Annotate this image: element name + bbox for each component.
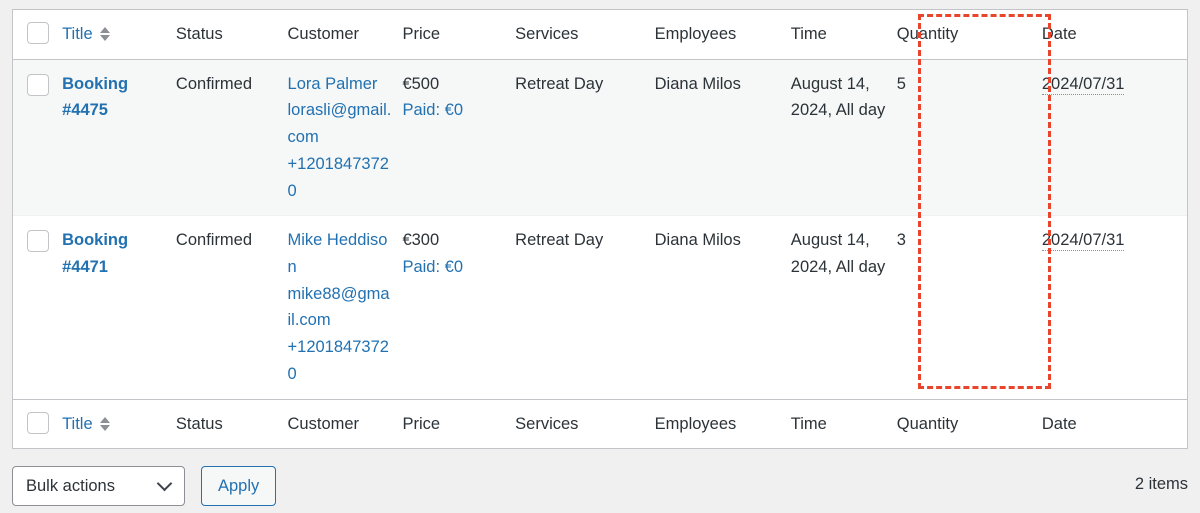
- row-select-cell: [13, 59, 63, 217]
- date-value: 2024/07/31: [1041, 231, 1125, 252]
- table-row: Booking #4475 Confirmed Lora Palmer lora…: [13, 59, 1187, 217]
- footer-column-header-employees: Employees: [654, 414, 737, 433]
- select-all-checkbox-footer[interactable]: [27, 411, 49, 434]
- column-header-date: Date: [1041, 25, 1077, 43]
- chevron-down-icon: [156, 475, 173, 492]
- price-paid: Paid: €0: [402, 258, 463, 277]
- select-all-footer: [13, 399, 62, 448]
- column-header-quantity: Quantity: [896, 25, 959, 43]
- footer-column-header-price: Price: [402, 414, 441, 433]
- row-checkbox[interactable]: [27, 230, 49, 253]
- bookings-list-screen: Title Status Customer Price Services Emp…: [0, 0, 1200, 513]
- column-header-services: Services: [515, 25, 579, 43]
- bulk-actions-bar: Bulk actions Apply 2 items: [12, 466, 1188, 506]
- cell-date: 2024/07/31: [1041, 216, 1187, 399]
- customer-name-link[interactable]: Mike Heddison: [288, 227, 393, 280]
- row-select-cell: [13, 216, 62, 399]
- table-body: Booking #4475 Confirmed Lora Palmer lora…: [13, 59, 1187, 400]
- cell-price: €300 Paid: €0: [402, 216, 515, 399]
- bookings-table-container: Title Status Customer Price Services Emp…: [12, 9, 1188, 450]
- select-all-checkbox[interactable]: [27, 22, 49, 44]
- select-all-header: [13, 10, 62, 59]
- header-row: Title Status Customer Price Services Emp…: [13, 10, 1187, 60]
- footer-column-header-title[interactable]: Title: [62, 399, 176, 448]
- cell-title: Booking #4475: [62, 59, 176, 217]
- column-header-employees: Employees: [654, 25, 737, 43]
- cell-status: Confirmed: [175, 59, 288, 217]
- bulk-actions-selected-value: Bulk actions: [26, 476, 115, 495]
- cell-customer: Lora Palmer lorasli@gmail.com +120184737…: [287, 59, 403, 217]
- customer-phone-link[interactable]: +12018473720: [288, 334, 393, 387]
- column-header-title-label: Title: [62, 25, 93, 43]
- cell-title: Booking #4471: [62, 216, 176, 399]
- date-value: 2024/07/31: [1041, 74, 1125, 95]
- cell-price: €500 Paid: €0: [402, 59, 516, 217]
- footer-column-header-services: Services: [515, 414, 579, 433]
- column-header-time: Time: [790, 25, 827, 43]
- cell-services: Retreat Day: [515, 59, 655, 217]
- bulk-actions-select[interactable]: Bulk actions: [12, 466, 185, 506]
- cell-quantity: 5: [896, 59, 1042, 217]
- price-amount: €300: [402, 231, 440, 250]
- table-footer: Title Status Customer Price Services Emp…: [13, 399, 1187, 449]
- table-header: Title Status Customer Price Services Emp…: [13, 10, 1187, 60]
- cell-employees: Diana Milos: [654, 59, 791, 217]
- row-checkbox[interactable]: [27, 73, 49, 96]
- cell-quantity: 3: [896, 231, 906, 250]
- booking-title-link[interactable]: Booking #4471: [62, 227, 166, 280]
- footer-column-header-quantity: Quantity: [896, 414, 959, 433]
- customer-name-link[interactable]: Lora Palmer: [288, 71, 393, 98]
- apply-button[interactable]: Apply: [201, 466, 277, 506]
- footer-column-header-status: Status: [175, 414, 223, 433]
- table-row: Booking #4471 Confirmed Mike Heddison mi…: [13, 215, 1187, 400]
- price-paid: Paid: €0: [402, 101, 463, 120]
- cell-customer: Mike Heddison mike88@gmail.com +12018473…: [288, 216, 403, 399]
- sort-arrows-icon[interactable]: [99, 416, 110, 431]
- column-header-status: Status: [175, 25, 223, 43]
- customer-email-link[interactable]: mike88@gmail.com: [288, 281, 393, 334]
- cell-time: August 14, 2024, All day: [790, 231, 886, 277]
- column-header-customer: Customer: [287, 25, 360, 43]
- footer-column-header-customer: Customer: [287, 414, 360, 433]
- bookings-table: Title Status Customer Price Services Emp…: [13, 10, 1187, 449]
- cell-date: 2024/07/31: [1041, 59, 1187, 217]
- cell-employees: Diana Milos: [654, 231, 741, 250]
- column-header-price: Price: [402, 25, 441, 43]
- footer-column-header-time: Time: [790, 414, 827, 433]
- price-amount: €500: [402, 74, 440, 93]
- customer-phone-link[interactable]: +12018473720: [288, 151, 393, 204]
- footer-row: Title Status Customer Price Services Emp…: [13, 399, 1187, 449]
- cell-time: August 14, 2024, All day: [790, 59, 897, 217]
- booking-title-link[interactable]: Booking #4475: [62, 71, 166, 124]
- footer-column-header-date: Date: [1041, 414, 1077, 433]
- customer-email-link[interactable]: lorasli@gmail.com: [288, 97, 393, 150]
- cell-status: Confirmed: [175, 231, 253, 250]
- footer-column-header-title-label: Title: [62, 414, 93, 433]
- items-count-label: 2 items: [1134, 475, 1188, 493]
- sort-arrows-icon[interactable]: [99, 27, 110, 42]
- cell-services: Retreat Day: [515, 231, 604, 250]
- column-header-title[interactable]: Title: [62, 10, 176, 59]
